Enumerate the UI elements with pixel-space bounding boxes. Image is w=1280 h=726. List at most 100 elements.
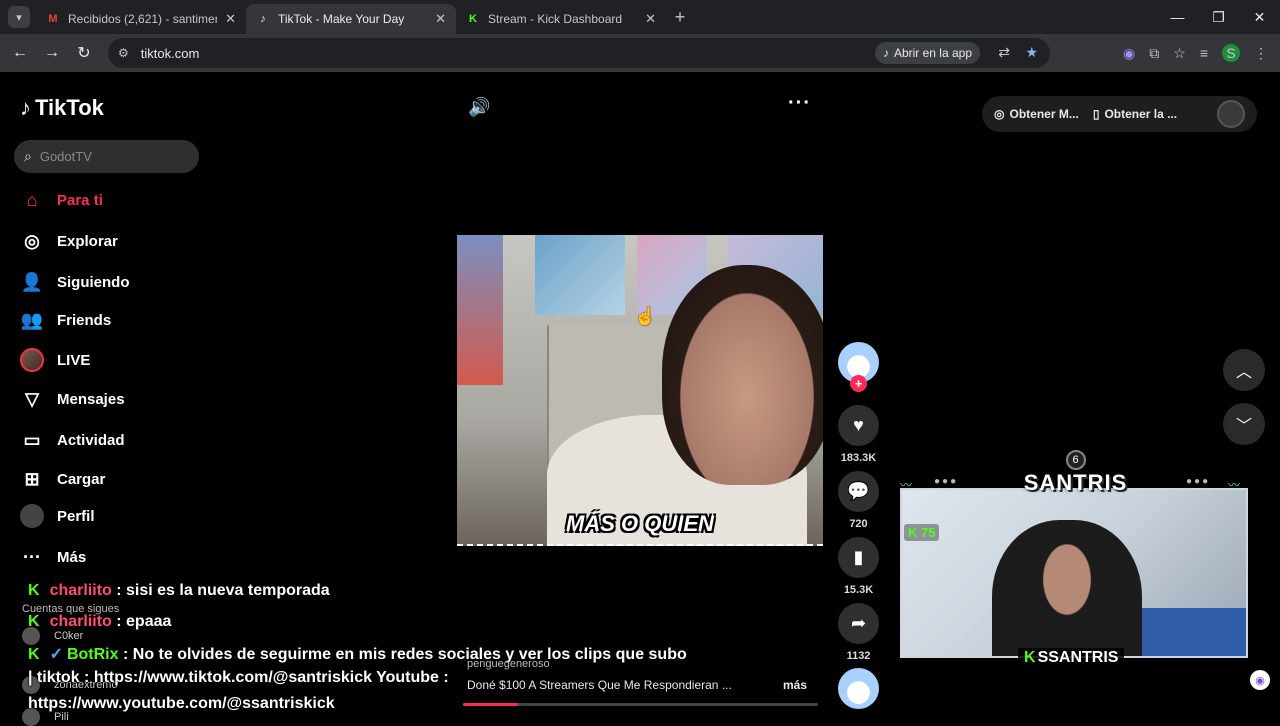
seek-bar-fill	[463, 703, 518, 706]
get-coins-button[interactable]: ◎ Obtener M...	[994, 107, 1079, 121]
get-app-button[interactable]: ▯ Obtener la ...	[1093, 107, 1177, 121]
more-link[interactable]: más	[783, 678, 807, 692]
sidebar-item-live[interactable]: LIVE	[20, 348, 90, 372]
person-head	[662, 265, 823, 485]
next-creator-avatar[interactable]	[838, 668, 879, 709]
nav-label: Perfil	[57, 507, 95, 525]
comment-count: 720	[849, 518, 868, 530]
share-icon[interactable]: ➦	[838, 603, 879, 644]
sidebar-item-mensajes[interactable]: ▽ Mensajes	[20, 387, 125, 411]
menu-icon[interactable]: ⋮	[1254, 45, 1268, 62]
search-input[interactable]: ⌕ GodotTV	[14, 140, 199, 173]
sidebar-item-siguiendo[interactable]: 👤 Siguiendo	[20, 270, 130, 294]
extension-icon[interactable]: ◉	[1123, 45, 1135, 62]
window-controls: — ❐ ✕	[1157, 0, 1280, 34]
browser-toolbar: ← → ↻ ⚙ tiktok.com ♪ Abrir en la app ⇄ ★…	[0, 34, 1280, 72]
video-player[interactable]: MÁS O QUIEN	[457, 235, 823, 546]
friends-icon: 👥	[20, 309, 44, 330]
chevron-up-icon[interactable]: ︿	[1223, 349, 1265, 391]
close-window-icon[interactable]: ✕	[1239, 0, 1280, 34]
rank-badge: 6	[1065, 450, 1086, 470]
chat-user: charliito	[49, 582, 112, 599]
heart-icon[interactable]: ♥	[838, 405, 879, 446]
like-count: 183.3K	[840, 452, 877, 464]
more-options-icon[interactable]: ···	[788, 92, 811, 115]
share-count: 1132	[846, 650, 871, 662]
kick-icon: K	[1024, 649, 1036, 666]
media-icon[interactable]: ≡	[1200, 45, 1208, 61]
sidebar-item-cargar[interactable]: ⊞ Cargar	[20, 467, 105, 491]
chat-user: BotRix	[66, 646, 119, 663]
sidebar-item-para-ti[interactable]: ⌂ Para ti	[20, 188, 103, 212]
sidebar-item-perfil[interactable]: Perfil	[20, 504, 95, 528]
user-avatar[interactable]	[1217, 100, 1245, 128]
reload-icon[interactable]: ↻	[68, 43, 100, 63]
kick-count: 75	[921, 525, 936, 540]
translate-icon[interactable]: ⇄	[998, 44, 1010, 61]
activity-icon: ▭	[23, 429, 41, 450]
seek-bar[interactable]	[463, 703, 818, 706]
nav-label: Actividad	[57, 431, 125, 449]
like-action[interactable]: ♥ 183.3K	[838, 405, 879, 464]
save-count: 15.3K	[843, 584, 874, 596]
tab-search-button[interactable]: ▾	[8, 6, 30, 28]
comment-icon[interactable]: 💬	[838, 471, 879, 512]
nav-label: Para ti	[57, 191, 103, 209]
profile-avatar[interactable]: S	[1222, 44, 1240, 62]
site-info-icon[interactable]: ⚙	[118, 46, 129, 60]
close-icon[interactable]: ✕	[435, 11, 446, 27]
sidebar-item-mas[interactable]: ··· Más	[20, 545, 86, 569]
puzzle-icon[interactable]: ⧉	[1149, 45, 1159, 62]
back-icon[interactable]: ←	[4, 44, 36, 62]
chat-message: Kcharliito : sisi es la nueva temporada	[28, 582, 330, 600]
send-icon: ▽	[25, 388, 39, 409]
tab-title: TikTok - Make Your Day	[278, 12, 405, 26]
volume-icon[interactable]: 🔊	[468, 97, 490, 118]
sidebar-item-actividad[interactable]: ▭ Actividad	[20, 428, 125, 452]
stream-footer: K SSANTRIS	[1018, 648, 1125, 668]
video-author[interactable]: penguegeneroso	[467, 658, 550, 670]
phone-icon: ▯	[1092, 107, 1100, 121]
save-action[interactable]: ▮ 15.3K	[838, 537, 879, 596]
bookmarks-icon[interactable]: ☆	[1173, 45, 1186, 62]
tab-kick[interactable]: K Stream - Kick Dashboard ✕	[456, 4, 666, 34]
new-tab-button[interactable]: +	[666, 7, 694, 28]
bookmark-icon[interactable]: ▮	[838, 537, 879, 578]
forward-icon[interactable]: →	[36, 44, 68, 62]
webcam-frame	[900, 488, 1248, 658]
logo-text: TikTok	[35, 95, 104, 120]
stream-banner: 6 SANTRIS	[1018, 450, 1133, 510]
bookmark-star-icon[interactable]: ★	[1025, 44, 1038, 61]
chat-user: charliito	[49, 613, 112, 630]
tab-tiktok[interactable]: ♪ TikTok - Make Your Day ✕	[246, 4, 456, 34]
restore-icon[interactable]: ❐	[1198, 0, 1239, 34]
bot-badge-icon: ✓	[49, 646, 63, 663]
tiktok-logo[interactable]: ♪ TikTok	[20, 95, 104, 121]
close-icon[interactable]: ✕	[645, 11, 656, 27]
video-progress[interactable]	[457, 544, 823, 546]
chat-text: : No te olvides de seguirme en mis redes…	[122, 646, 687, 663]
chat-line: | tiktok : https://www.tiktok.com/@santr…	[28, 669, 449, 686]
address-bar[interactable]: ⚙ tiktok.com ♪ Abrir en la app ⇄ ★	[108, 38, 1050, 68]
sidebar-item-explorar[interactable]: ◎ Explorar	[20, 229, 118, 253]
comment-action[interactable]: 💬 720	[838, 471, 879, 530]
streamer	[992, 520, 1142, 656]
banner-name: SANTRIS	[1023, 470, 1128, 495]
minimize-icon[interactable]: —	[1157, 0, 1198, 34]
nav-label: LIVE	[57, 351, 91, 369]
kick-icon: K	[28, 582, 40, 599]
gmail-icon: M	[48, 13, 58, 25]
video-description: Doné $100 A Streamers Que Me Respondiera…	[467, 678, 807, 692]
follow-plus-icon[interactable]: +	[850, 375, 867, 392]
chevron-down-icon[interactable]: ﹀	[1223, 403, 1265, 445]
sidebar-item-friends[interactable]: 👥 Friends	[20, 308, 111, 332]
extension-badge-icon[interactable]: ◉	[1250, 670, 1270, 690]
close-icon[interactable]: ✕	[225, 11, 236, 27]
description-text: Doné $100 A Streamers Que Me Respondiera…	[467, 678, 732, 692]
tiktok-logo-icon: ♪	[20, 95, 31, 120]
share-action[interactable]: ➦ 1132	[838, 603, 879, 662]
open-in-app-button[interactable]: ♪ Abrir en la app	[874, 42, 980, 64]
nav-label: Mensajes	[57, 390, 125, 408]
tab-gmail[interactable]: M Recibidos (2,621) - santimende ✕	[36, 4, 246, 34]
webcam-overlay: 〰 ●●● ●●● 〰 6 SANTRIS K 75 K SSANTRIS	[898, 440, 1251, 675]
